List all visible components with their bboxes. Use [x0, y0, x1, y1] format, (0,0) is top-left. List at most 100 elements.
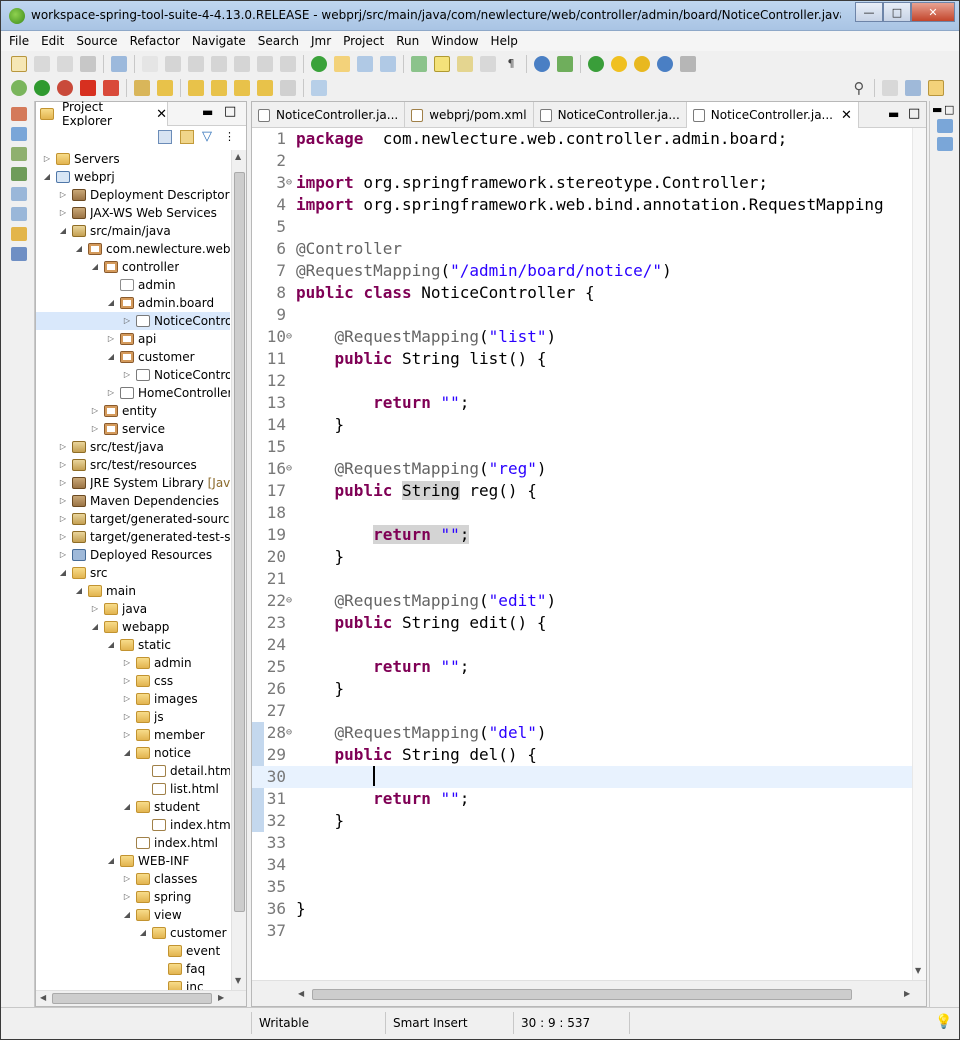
- boot-dashboard-icon[interactable]: [11, 247, 27, 261]
- menu-search[interactable]: Search: [258, 34, 299, 48]
- new-package-icon[interactable]: [357, 56, 373, 72]
- tree-item[interactable]: inc: [36, 978, 230, 990]
- collapsed-arrow-icon[interactable]: ▷: [90, 424, 100, 434]
- code-line[interactable]: 9: [252, 304, 912, 326]
- tree-item[interactable]: ▷ target/generated-sources/: [36, 510, 230, 528]
- collapsed-arrow-icon[interactable]: ▷: [122, 676, 132, 686]
- code-line[interactable]: 23 public String edit() {: [252, 612, 912, 634]
- menu-edit[interactable]: Edit: [41, 34, 64, 48]
- editor-vertical-scrollbar[interactable]: ▼: [912, 128, 926, 980]
- scroll-right-icon[interactable]: ▶: [218, 993, 224, 1002]
- code-line[interactable]: 17 public String reg() {: [252, 480, 912, 502]
- menu-refactor[interactable]: Refactor: [130, 34, 180, 48]
- editor-horizontal-scrollbar[interactable]: ◀ ▶: [252, 980, 926, 1006]
- tree-item[interactable]: ◢ main: [36, 582, 230, 600]
- tree-item[interactable]: ▷ admin: [36, 654, 230, 672]
- scroll-right-icon[interactable]: ▶: [904, 989, 910, 998]
- code-line[interactable]: 13 return "";: [252, 392, 912, 414]
- code-line[interactable]: 22 ⊖ @RequestMapping("edit"): [252, 590, 912, 612]
- menu-file[interactable]: File: [9, 34, 29, 48]
- highlighter-icon[interactable]: [434, 56, 450, 72]
- expanded-arrow-icon[interactable]: ◢: [90, 262, 100, 272]
- code-line[interactable]: 10 ⊖ @RequestMapping("list"): [252, 326, 912, 348]
- tree-item[interactable]: ◢ customer: [36, 924, 230, 942]
- collapsed-arrow-icon[interactable]: ▷: [122, 892, 132, 902]
- globe-icon[interactable]: [534, 56, 550, 72]
- lightbulb-icon[interactable]: 💡: [935, 1014, 952, 1030]
- tree-item[interactable]: ▷ css: [36, 672, 230, 690]
- tree-item[interactable]: ▷ HomeController.j: [36, 384, 230, 402]
- filter-icon[interactable]: ▽: [202, 130, 216, 144]
- open-perspective-icon[interactable]: [882, 80, 898, 96]
- code-line[interactable]: 35: [252, 876, 912, 898]
- last-edit-icon[interactable]: [234, 80, 250, 96]
- back-icon[interactable]: [257, 80, 273, 96]
- scroll-down-icon[interactable]: ▼: [235, 976, 241, 985]
- tree-item[interactable]: ▷ Deployment Descriptor: w: [36, 186, 230, 204]
- tree-item[interactable]: ▷ JAX-WS Web Services: [36, 204, 230, 222]
- scroll-left-icon[interactable]: ◀: [298, 989, 304, 998]
- fold-toggle-icon[interactable]: ⊖: [286, 326, 296, 348]
- tree-item[interactable]: ▷ src/test/resources: [36, 456, 230, 474]
- code-line[interactable]: 1 package com.newlecture.web.controller.a…: [252, 128, 912, 150]
- tree-item[interactable]: event: [36, 942, 230, 960]
- settings-icon[interactable]: [680, 56, 696, 72]
- fold-toggle-icon[interactable]: ⊖: [286, 172, 296, 194]
- tree-item[interactable]: ▷ service: [36, 420, 230, 438]
- collapsed-arrow-icon[interactable]: ▷: [58, 190, 68, 200]
- expanded-arrow-icon[interactable]: ◢: [42, 172, 52, 182]
- code-line[interactable]: 29 public String del() {: [252, 744, 912, 766]
- close-button[interactable]: ✕: [911, 2, 955, 22]
- save-all-icon[interactable]: [57, 56, 73, 72]
- fold-toggle-icon[interactable]: ⊖: [286, 722, 296, 744]
- block-selection-icon[interactable]: [480, 56, 496, 72]
- code-line[interactable]: 5: [252, 216, 912, 238]
- scroll-left-icon[interactable]: ◀: [40, 993, 46, 1002]
- code-line[interactable]: 26 }: [252, 678, 912, 700]
- servers-icon[interactable]: [11, 227, 27, 241]
- code-line[interactable]: 15: [252, 436, 912, 458]
- collapsed-arrow-icon[interactable]: ▷: [122, 370, 132, 380]
- explorer-horizontal-scrollbar[interactable]: ◀ ▶: [36, 990, 246, 1006]
- step-over-icon[interactable]: [280, 56, 296, 72]
- open-folder-icon[interactable]: [134, 80, 150, 96]
- previous-annotation-icon[interactable]: [211, 80, 227, 96]
- tree-item[interactable]: ◢ webapp: [36, 618, 230, 636]
- fold-toggle-icon[interactable]: ⊖: [286, 590, 296, 612]
- tree-item[interactable]: ◢ admin.board: [36, 294, 230, 312]
- expanded-arrow-icon[interactable]: ◢: [122, 748, 132, 758]
- expanded-arrow-icon[interactable]: ◢: [106, 640, 116, 650]
- collapsed-arrow-icon[interactable]: ▷: [58, 550, 68, 560]
- tree-item[interactable]: ▷ Servers: [36, 150, 230, 168]
- expanded-arrow-icon[interactable]: ◢: [106, 298, 116, 308]
- tree-item[interactable]: detail.html: [36, 762, 230, 780]
- tree-item[interactable]: ▷ js: [36, 708, 230, 726]
- menu-project[interactable]: Project: [343, 34, 384, 48]
- maximize-view-icon[interactable]: □: [224, 104, 236, 119]
- code-line[interactable]: 37: [252, 920, 912, 942]
- tree-item[interactable]: ▷ NoticeControl: [36, 366, 230, 384]
- menu-jmr[interactable]: Jmr: [311, 34, 331, 48]
- minimize-view-icon[interactable]: ▬: [932, 103, 942, 116]
- new-java-project-icon[interactable]: [334, 56, 350, 72]
- close-tab-icon[interactable]: ✕: [156, 107, 167, 122]
- collapsed-arrow-icon[interactable]: ▷: [58, 514, 68, 524]
- collapsed-arrow-icon[interactable]: ▷: [122, 712, 132, 722]
- link-with-editor-icon[interactable]: [180, 130, 194, 144]
- tree-item[interactable]: ◢ controller: [36, 258, 230, 276]
- editor-tab[interactable]: NoticeController.ja... ✕: [686, 102, 859, 128]
- tree-item[interactable]: ▷ images: [36, 690, 230, 708]
- code-line[interactable]: 31 return "";: [252, 788, 912, 810]
- pencil-icon[interactable]: [157, 80, 173, 96]
- code-line[interactable]: 4 import org.springframework.web.bind.ann…: [252, 194, 912, 216]
- code-line[interactable]: 25 return "";: [252, 656, 912, 678]
- disconnect-icon[interactable]: [234, 56, 250, 72]
- scroll-thumb[interactable]: [52, 993, 212, 1004]
- new-class-icon[interactable]: [380, 56, 396, 72]
- help-icon[interactable]: [634, 56, 650, 72]
- code-line[interactable]: 20 }: [252, 546, 912, 568]
- print-icon[interactable]: [80, 56, 96, 72]
- menu-source[interactable]: Source: [76, 34, 117, 48]
- collapsed-arrow-icon[interactable]: ▷: [122, 874, 132, 884]
- code-line[interactable]: 3 ⊖ import org.springframework.stereotype.…: [252, 172, 912, 194]
